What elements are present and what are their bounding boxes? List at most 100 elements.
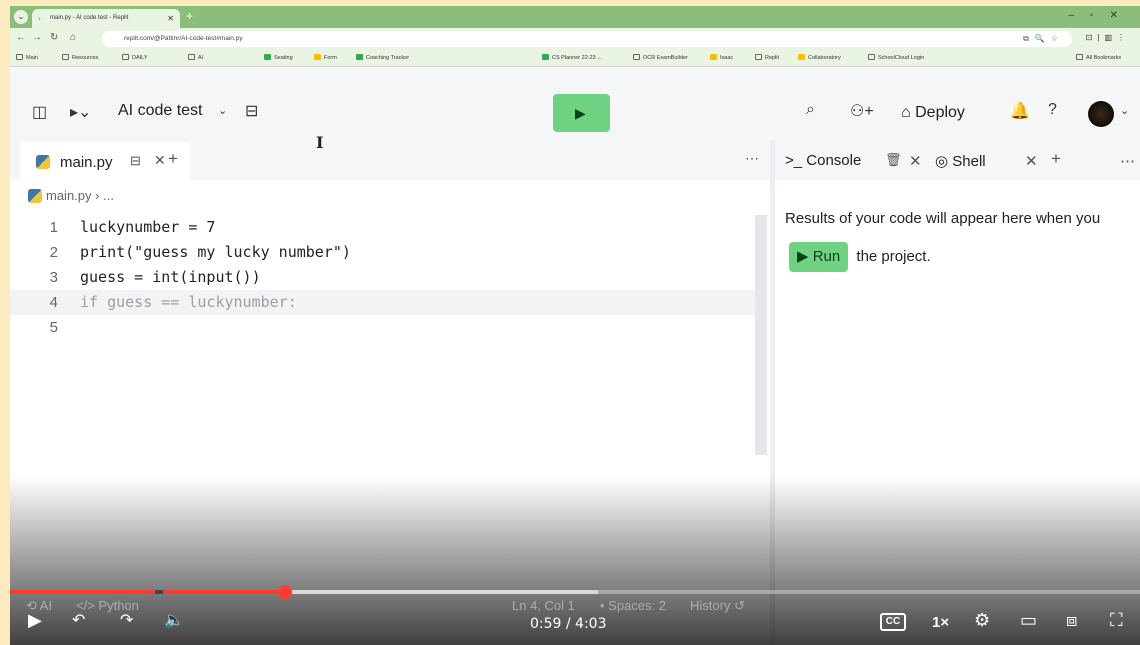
close-tab-icon[interactable]: ✕ [909,152,922,170]
code-text[interactable]: luckynumber = 7 [80,215,215,240]
code-line[interactable]: 2 print("guess my lucky number") [10,240,755,265]
bookmark-item[interactable]: Main [16,50,38,66]
url-text: replit.com/@Pattinr/AI-code-test#main.py [124,35,243,42]
workspace-icon[interactable]: ⊟ [245,101,258,121]
chapter-gap [155,590,163,594]
bookmark-item[interactable]: DAILY [122,50,148,66]
video-progress-bar[interactable] [10,585,1140,599]
chevron-down-icon[interactable]: ⌄ [1120,104,1129,117]
invite-icon[interactable]: ⚇+ [850,101,874,121]
editor-scrollbar[interactable] [755,215,767,455]
add-tab-icon[interactable]: + [1051,149,1061,169]
screen: ⌄ › main.py - AI code test - Replit ✕ + … [10,6,1140,645]
status-history[interactable]: History ↺ [690,598,745,614]
deploy-button[interactable]: ⌂ Deploy [893,94,989,132]
inline-run-badge: ▶ Run [789,242,849,273]
bookmark-item[interactable]: OCR ExamBuilder [633,50,688,66]
fullscreen-icon[interactable]: ⛶ [1110,610,1123,631]
replit-header: ◫ ▸⌄ AI code test ⌄ ⊟ ▶ ⌕ ⚇+ ⌂ Deploy 🔔 … [10,68,1140,140]
back-icon[interactable]: ← [16,32,26,43]
close-tab-icon[interactable]: ✕ [167,9,174,28]
more-options-icon[interactable]: ⋯ [1120,152,1135,170]
line-number: 1 [49,219,58,236]
code-suggestion-text[interactable]: if guess == luckynumber: [80,290,297,315]
bookmark-item[interactable]: Coaching Tracker [356,50,409,66]
theater-mode-icon[interactable]: ▭ [1020,610,1037,631]
volume-icon[interactable]: 🔈 [164,610,184,630]
project-name[interactable]: AI code test [118,102,203,120]
forward-5-icon[interactable]: ↷ [120,610,133,630]
search-icon[interactable]: ⌕ [806,101,815,119]
avatar[interactable] [1088,101,1114,127]
close-tab-icon[interactable]: ✕ [154,152,166,169]
rewind-5-icon[interactable]: ↶ [72,610,85,630]
status-position[interactable]: Ln 4, Col 1 [512,598,575,613]
status-spaces[interactable]: • Spaces: 2 [600,598,666,613]
url-input[interactable]: replit.com/@Pattinr/AI-code-test#main.py… [102,31,1072,47]
bookmark-item[interactable]: Form [314,50,337,66]
window-controls[interactable]: –▫✕ [1069,10,1135,21]
bookmark-item[interactable]: Replit [755,50,779,66]
python-file-icon [28,189,42,203]
help-icon[interactable]: ? [1048,101,1057,119]
sidebar-toggle-icon[interactable]: ◫ [32,102,47,122]
captions-button[interactable]: CC [880,613,906,631]
chevron-down-icon[interactable]: ⌄ [218,104,227,117]
tab-search-icon[interactable]: ⌄ [14,10,28,24]
tab-shell[interactable]: ◎ Shell [935,152,986,170]
line-number: 2 [49,244,58,261]
console-empty-message: Results of your code will appear here wh… [785,200,1125,276]
bookmark-item[interactable]: CS Planner 22-23 ... [542,50,602,66]
miniplayer-icon[interactable]: ⧈ [1066,610,1077,631]
code-line[interactable]: 3 guess = int(input()) [10,265,755,290]
terminal-icon: >_ [785,152,807,169]
code-editor[interactable]: 1 luckynumber = 7 2 print("guess my luck… [10,215,755,340]
close-tab-icon[interactable]: ✕ [1025,152,1038,170]
address-bar-row: ← → ↻ ⌂ replit.com/@Pattinr/AI-code-test… [10,28,1140,50]
run-button[interactable]: ▶ [553,94,610,132]
bookmark-item[interactable]: Seating [264,50,293,66]
add-tab-icon[interactable]: + [168,149,178,169]
code-line[interactable]: 1 luckynumber = 7 [10,215,755,240]
tab-console[interactable]: >_ Console [785,152,861,169]
bookmarks-bar: Main Resources DAILY AI Seating Form Coa… [10,50,1140,67]
all-bookmarks[interactable]: All Bookmarks [1076,50,1121,66]
progress-scrubber[interactable] [277,585,292,599]
code-line-active[interactable]: 4 if guess == luckynumber: [10,290,755,315]
code-text[interactable]: guess = int(input()) [80,265,261,290]
bookmark-item[interactable]: SchoolCloud Login [868,50,924,66]
replit-favicon-icon: › [38,14,41,23]
settings-gear-icon[interactable]: ⚙ [974,610,990,631]
bookmark-item[interactable]: Resources [62,50,98,66]
bookmark-item[interactable]: AI [188,50,203,66]
bookmark-item[interactable]: Collaboratory [798,50,841,66]
notifications-icon[interactable]: 🔔 [1010,101,1030,121]
replit-logo-icon[interactable]: ▸⌄ [70,102,91,122]
file-menu-icon[interactable]: ⊟ [130,153,141,169]
more-options-icon[interactable]: ⋯ [745,150,759,167]
shell-icon: ◎ [935,153,953,170]
code-line[interactable]: 5 [10,315,755,340]
line-number: 3 [49,269,58,286]
code-text[interactable]: print("guess my lucky number") [80,240,351,265]
video-time: 0:59 / 4:03 [530,616,607,632]
browser-tab-title: main.py - AI code test - Replit [50,15,129,21]
browser-tab[interactable]: › main.py - AI code test - Replit ✕ [32,9,180,28]
extensions-icon[interactable]: ⊡|▥⋮ [1086,33,1130,42]
python-file-icon [36,155,50,169]
bookmark-item[interactable]: Isaac [710,50,733,66]
forward-icon[interactable]: → [32,32,42,43]
line-number: 4 [49,294,58,311]
playback-speed-button[interactable]: 1× [932,614,949,631]
deploy-icon: ⌂ [901,104,916,121]
tab-label: main.py [60,154,113,171]
browser-tab-strip: ⌄ › main.py - AI code test - Replit ✕ + … [10,6,1140,28]
tab-main-py[interactable]: main.py ⊟ ✕ [20,142,190,180]
new-tab-icon[interactable]: + [186,9,193,23]
home-icon[interactable]: ⌂ [70,32,76,43]
clear-console-icon[interactable]: 🗑 [885,152,902,168]
reload-icon[interactable]: ↻ [50,32,58,43]
omnibox-icons[interactable]: ⧉🔍☆ [1023,31,1064,47]
breadcrumb[interactable]: main.py › ... [28,188,114,203]
play-icon[interactable]: ▶ [28,610,42,631]
